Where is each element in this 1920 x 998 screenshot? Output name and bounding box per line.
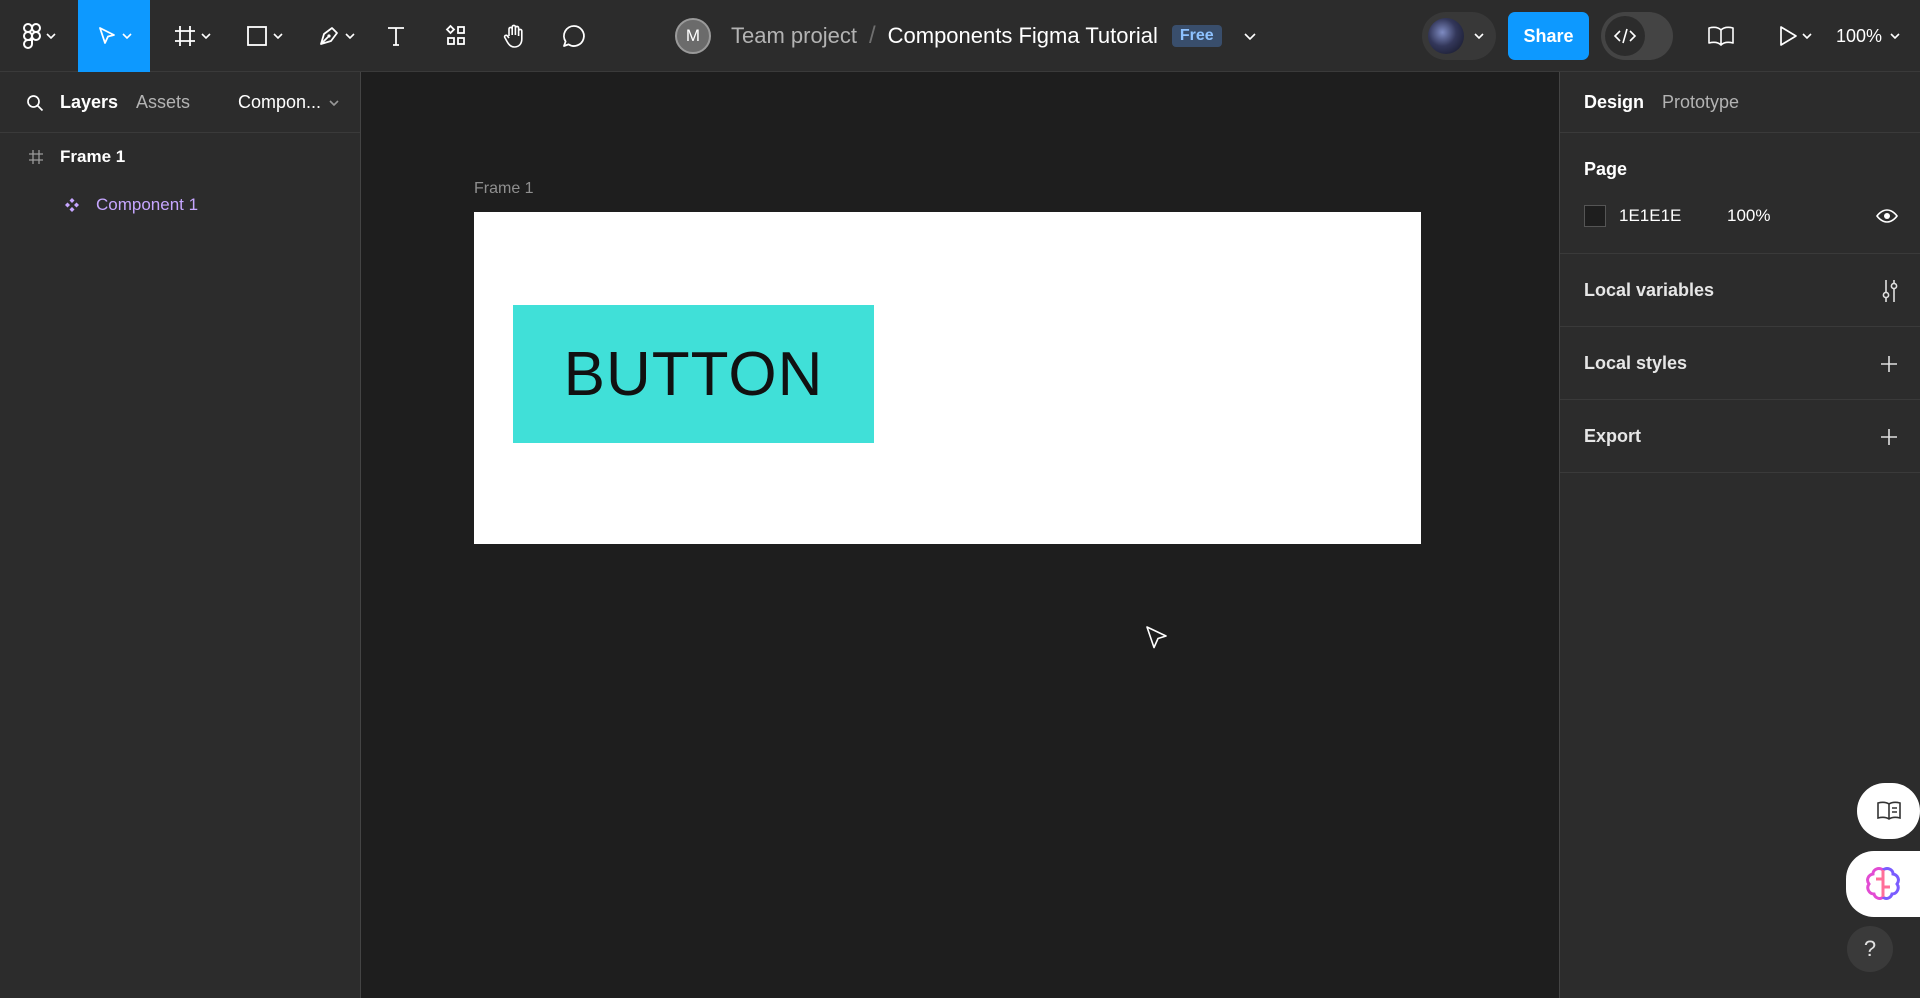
chevron-down-icon [1474, 33, 1484, 39]
local-variables-section[interactable]: Local variables [1560, 254, 1920, 327]
chevron-down-icon [345, 33, 355, 39]
eye-icon[interactable] [1876, 208, 1898, 224]
resources-icon [445, 24, 465, 45]
frame-label[interactable]: Frame 1 [474, 180, 534, 198]
frame-icon [175, 26, 195, 46]
present-button[interactable] [1770, 0, 1820, 72]
layer-row-frame[interactable]: Frame 1 [0, 133, 360, 181]
pen-icon [320, 27, 338, 45]
chevron-down-icon [329, 99, 339, 106]
file-menu-button[interactable] [1244, 32, 1256, 40]
chevron-down-icon [273, 33, 283, 39]
share-button[interactable]: Share [1508, 12, 1589, 60]
breadcrumb-separator: / [868, 22, 876, 49]
library-button[interactable] [1703, 0, 1739, 72]
hand-icon [503, 24, 523, 48]
plan-badge: Free [1171, 25, 1222, 47]
pen-tool-button[interactable] [308, 0, 364, 72]
chevron-down-icon [1890, 33, 1900, 39]
rectangle-icon [247, 26, 267, 46]
text-icon [388, 27, 404, 46]
dev-mode-toggle[interactable] [1601, 12, 1673, 60]
figma-logo-icon [22, 23, 41, 49]
right-panel-tabs: Design Prototype [1560, 72, 1920, 133]
docs-float-button[interactable] [1857, 783, 1920, 839]
code-icon [1613, 28, 1637, 44]
export-title: Export [1584, 426, 1642, 446]
mouse-cursor-icon [1146, 626, 1167, 649]
layer-row-component[interactable]: Component 1 [0, 181, 360, 229]
shape-tool-button[interactable] [236, 0, 292, 72]
comment-icon [563, 25, 585, 47]
chevron-down-icon [46, 33, 56, 39]
file-title-area: M Team project / Components Figma Tutori… [675, 0, 1256, 72]
button-text: BUTTON [563, 339, 824, 409]
chevron-down-icon [1802, 33, 1812, 39]
tab-layers[interactable]: Layers [60, 92, 118, 113]
tab-assets[interactable]: Assets [136, 92, 190, 113]
chevron-down-icon [122, 33, 132, 39]
user-avatar [1428, 18, 1464, 54]
brain-icon [1866, 867, 1900, 900]
component-icon [65, 198, 79, 212]
layer-name: Component 1 [96, 195, 199, 214]
avatar[interactable]: M [675, 18, 711, 54]
play-icon [1780, 26, 1797, 46]
frame-icon [29, 150, 43, 164]
tab-design[interactable]: Design [1584, 92, 1644, 113]
tab-prototype[interactable]: Prototype [1662, 92, 1739, 113]
plus-icon[interactable] [1880, 428, 1898, 446]
user-menu-button[interactable] [1422, 12, 1496, 60]
plus-icon[interactable] [1880, 355, 1898, 373]
page-selector-label: Compon... [238, 92, 322, 112]
main-menu-button[interactable] [14, 0, 64, 72]
page-opacity-value[interactable]: 100% [1727, 206, 1770, 226]
resources-button[interactable] [438, 0, 474, 72]
file-name[interactable]: Components Figma Tutorial [888, 23, 1158, 49]
hand-tool-button[interactable] [496, 0, 532, 72]
local-styles-section: Local styles [1560, 327, 1920, 400]
zoom-menu[interactable]: 100% [1836, 0, 1900, 72]
comment-tool-button[interactable] [556, 0, 592, 72]
move-tool-button[interactable] [78, 0, 150, 72]
text-tool-button[interactable] [378, 0, 414, 72]
frame-tool-button[interactable] [164, 0, 220, 72]
adjust-variables-icon[interactable] [1880, 278, 1900, 304]
search-icon[interactable] [26, 94, 44, 112]
book-open-icon [1708, 26, 1734, 46]
local-styles-title: Local styles [1584, 353, 1688, 373]
export-section: Export [1560, 400, 1920, 473]
page-section: Page 1E1E1E 100% [1560, 133, 1920, 254]
cursor-icon [99, 27, 115, 44]
book-icon [1876, 801, 1901, 820]
page-color-value[interactable]: 1E1E1E [1619, 206, 1681, 226]
left-panel-tabs: Layers Assets Compon... [0, 72, 360, 133]
project-name[interactable]: Team project [731, 23, 857, 49]
layer-name: Frame 1 [60, 147, 126, 166]
page-section-title: Page [1584, 159, 1628, 179]
page-selector[interactable]: Compon... [238, 92, 339, 113]
page-color-swatch[interactable] [1584, 205, 1606, 227]
component-button[interactable]: BUTTON [513, 305, 874, 443]
help-button[interactable]: ? [1847, 926, 1893, 972]
ai-assistant-button[interactable] [1846, 851, 1920, 917]
local-variables-title: Local variables [1584, 280, 1715, 300]
toolbar: M Team project / Components Figma Tutori… [0, 0, 1920, 72]
chevron-down-icon [1244, 32, 1256, 40]
left-panel: Layers Assets Compon... Frame 1 Componen… [0, 72, 361, 998]
zoom-level: 100% [1836, 25, 1883, 46]
chevron-down-icon [201, 33, 211, 39]
